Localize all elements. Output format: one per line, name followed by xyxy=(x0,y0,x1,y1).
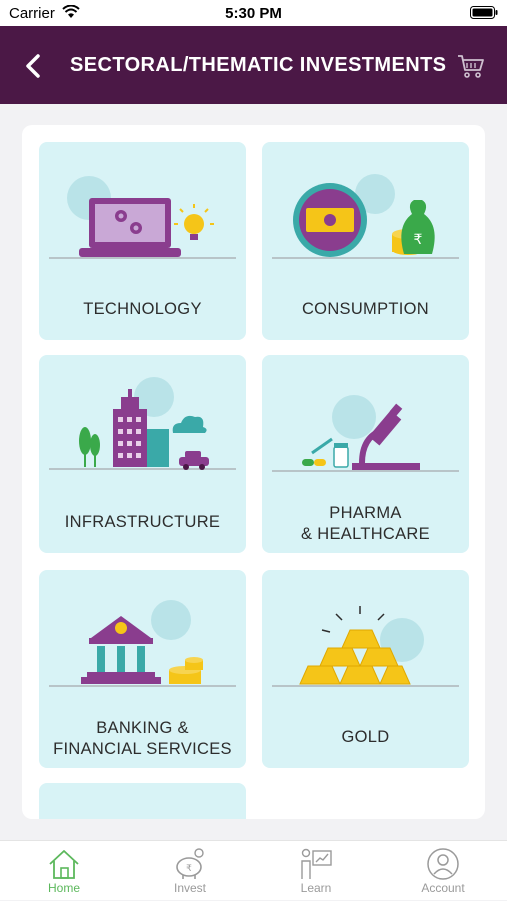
back-arrow-icon[interactable] xyxy=(20,50,48,82)
category-label: CONSUMPTION xyxy=(301,300,430,318)
microscope-icon xyxy=(272,395,459,472)
category-label-line2: & HEALTHCARE xyxy=(301,525,430,543)
home-icon xyxy=(49,850,79,879)
tab-label: Account xyxy=(421,881,465,895)
category-label: BANKING & xyxy=(96,719,189,737)
tab-invest[interactable]: ₹ Invest xyxy=(127,841,253,901)
category-label: PHARMA xyxy=(329,504,402,522)
battery-icon xyxy=(470,6,498,19)
laptop-icon xyxy=(49,176,236,259)
presentation-icon xyxy=(301,848,332,879)
category-label: TECHNOLOGY xyxy=(83,300,202,318)
svg-text:₹: ₹ xyxy=(186,864,192,874)
category-label: GOLD xyxy=(341,728,390,746)
bank-icon xyxy=(49,600,236,687)
clock: 5:30 PM xyxy=(225,5,282,22)
piggy-bank-icon: ₹ xyxy=(176,848,204,879)
tab-account[interactable]: Account xyxy=(380,841,506,901)
category-card-partial[interactable] xyxy=(39,783,246,819)
status-bar: Carrier 5:30 PM xyxy=(0,0,507,26)
money-icon: ₹ xyxy=(272,174,459,259)
category-grid: TECHNOLOGY ₹ CONSUMPTION INFRASTRUCTURE … xyxy=(22,125,485,819)
tab-label: Home xyxy=(47,881,80,895)
category-card-gold[interactable]: GOLD xyxy=(262,570,469,768)
tab-label: Invest xyxy=(173,881,206,895)
category-card-infrastructure[interactable]: INFRASTRUCTURE xyxy=(39,355,246,553)
user-icon xyxy=(427,848,459,880)
category-card-pharma-healthcare[interactable]: PHARMA & HEALTHCARE xyxy=(262,355,469,553)
category-label: INFRASTRUCTURE xyxy=(64,513,221,531)
cart-icon[interactable] xyxy=(456,52,486,80)
category-label-line2: FINANCIAL SERVICES xyxy=(53,740,232,758)
tab-learn[interactable]: Learn xyxy=(253,841,379,901)
tab-bar: Home ₹ Invest Learn Account xyxy=(0,840,507,900)
header-bar: SECTORAL/THEMATIC INVESTMENTS xyxy=(0,26,507,104)
buildings-icon xyxy=(49,377,236,470)
svg-text:₹: ₹ xyxy=(414,232,423,248)
category-card-consumption[interactable]: ₹ CONSUMPTION xyxy=(262,142,469,340)
gold-bars-icon xyxy=(272,606,459,687)
category-card-technology[interactable]: TECHNOLOGY xyxy=(39,142,246,340)
category-card-banking[interactable]: BANKING & FINANCIAL SERVICES xyxy=(39,570,246,768)
tab-label: Learn xyxy=(300,881,332,895)
page-title: SECTORAL/THEMATIC INVESTMENTS xyxy=(70,54,447,76)
tab-home[interactable]: Home xyxy=(1,841,127,901)
